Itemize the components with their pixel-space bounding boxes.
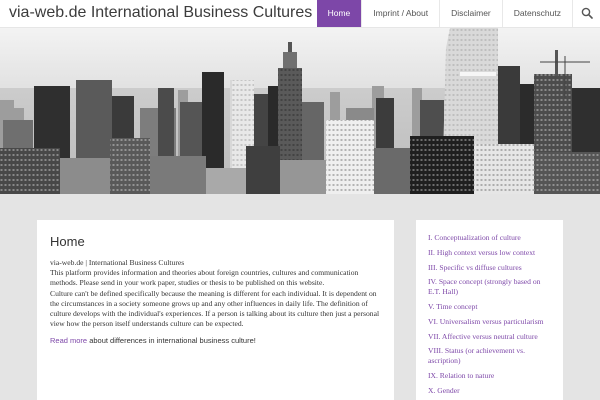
nav-home[interactable]: Home [316, 0, 362, 27]
sidebar-item-high-low-context[interactable]: II. High context versus low context [428, 248, 551, 258]
intro-paragraph: This platform provides information and t… [50, 268, 359, 288]
site-header: via-web.de International Business Cultur… [0, 0, 600, 28]
site-title[interactable]: via-web.de International Business Cultur… [9, 4, 312, 22]
page-title: Home [50, 234, 85, 249]
read-more-line: Read more about differences in internati… [50, 336, 381, 345]
sidebar-item-specific-diffuse[interactable]: III. Specific vs diffuse cultures [428, 263, 551, 273]
search-button[interactable] [572, 0, 600, 27]
sidebar: I. Conceptualization of culture II. High… [416, 220, 563, 400]
sidebar-list: I. Conceptualization of culture II. High… [428, 233, 551, 396]
sidebar-item-universalism[interactable]: VI. Universalism versus particularism [428, 317, 551, 327]
nav-imprint-about[interactable]: Imprint / About [361, 0, 439, 27]
sidebar-item-time-concept[interactable]: V. Time concept [428, 302, 551, 312]
search-icon [581, 7, 593, 19]
sidebar-item-relation-nature[interactable]: IX. Relation to nature [428, 371, 551, 381]
intro-title: via-web.de | International Business Cult… [50, 258, 185, 267]
sidebar-item-status[interactable]: VIII. Status (or achievement vs. ascript… [428, 346, 551, 366]
nav-disclaimer[interactable]: Disclaimer [439, 0, 502, 27]
main-nav: Home Imprint / About Disclaimer Datensch… [316, 0, 600, 27]
hero-skyline-image [0, 28, 600, 194]
nav-datenschutz[interactable]: Datenschutz [501, 0, 572, 27]
main-content-card: Home via-web.de | International Business… [37, 220, 394, 400]
sidebar-item-gender[interactable]: X. Gender [428, 386, 551, 396]
culture-paragraph: Culture can't be defined specifically be… [50, 288, 380, 329]
read-more-link[interactable]: Read more [50, 336, 87, 345]
sidebar-item-affective-neutral[interactable]: VII. Affective versus neutral culture [428, 332, 551, 342]
sidebar-item-space-concept[interactable]: IV. Space concept (strongly based on E.T… [428, 277, 551, 297]
content-body: via-web.de | International Business Cult… [50, 258, 381, 329]
city-skyline-photo [0, 28, 600, 194]
sidebar-item-conceptualization[interactable]: I. Conceptualization of culture [428, 233, 551, 243]
read-more-tail: about differences in international busin… [87, 336, 256, 346]
